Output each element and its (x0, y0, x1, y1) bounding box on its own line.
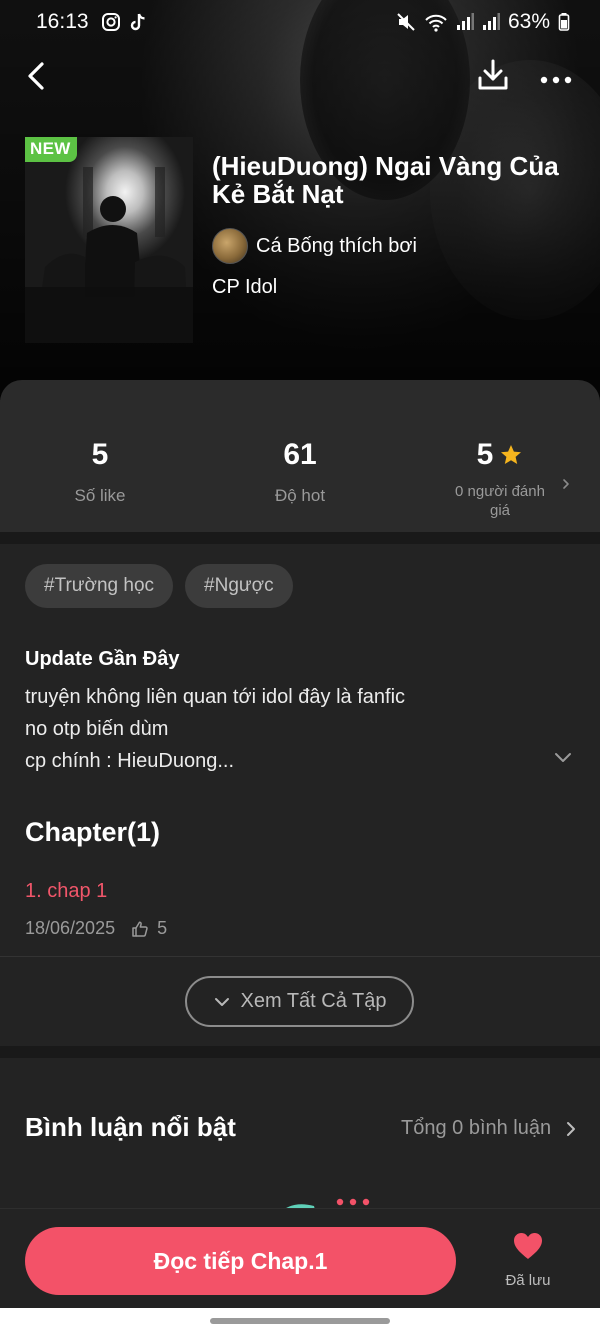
save-button[interactable]: Đã lưu (496, 1231, 560, 1289)
top-bar (0, 52, 600, 100)
novel-title: (HieuDuong) Ngai Vàng Của Kẻ Bắt Nạt (212, 151, 559, 209)
expand-description-button[interactable] (552, 746, 574, 768)
stat-hot-label: Độ hot (274, 486, 326, 505)
wifi-icon (425, 14, 447, 32)
stat-likes-value: 5 (91, 438, 109, 471)
signal-icon (456, 13, 474, 30)
instagram-icon (101, 13, 120, 31)
cover-silhouette (25, 167, 193, 343)
download-icon (478, 59, 508, 90)
author-name: Cá Bống thích bơi (256, 234, 417, 257)
home-indicator[interactable] (210, 1318, 390, 1324)
chapter-likes: 5 (131, 918, 167, 939)
cover-image: NEW (25, 137, 193, 343)
back-button[interactable] (20, 58, 56, 94)
stat-hot: 61 Độ hot (200, 438, 400, 506)
status-bar: 16:13 63% (36, 8, 570, 36)
chapter-heading: Chapter(1) (25, 817, 161, 847)
system-nav-bar (0, 1308, 600, 1333)
stat-rating[interactable]: 5 0 người đánh giá (400, 438, 600, 520)
chapter-meta: 18/06/2025 5 (25, 918, 167, 939)
tiktok-icon (130, 13, 145, 31)
bottom-action-bar: Đọc tiếp Chap.1 Đã lưu (0, 1208, 600, 1308)
chapter-date: 18/06/2025 (25, 918, 116, 938)
status-system-icons: 63% (396, 10, 570, 34)
tag-chip[interactable]: #Trường học (25, 564, 174, 608)
continue-reading-button[interactable]: Đọc tiếp Chap.1 (25, 1227, 456, 1295)
chevron-right-icon (567, 1121, 576, 1136)
stat-rating-label: 0 người đánh giá (455, 483, 545, 519)
chevron-down-icon (214, 997, 229, 1006)
stat-likes-label: Số like (74, 486, 126, 505)
more-horizontal-icon (540, 76, 572, 84)
battery-percent: 63% (507, 10, 550, 33)
save-label: Đã lưu (505, 1272, 551, 1289)
comments-total: Tổng 0 bình luận (401, 1117, 552, 1139)
tag-chip[interactable]: #Ngược (185, 564, 293, 608)
heart-icon (514, 1233, 542, 1259)
battery-icon (558, 13, 570, 31)
chevron-right-icon (563, 479, 569, 489)
thumbs-up-icon (132, 920, 148, 937)
tag-list: #Trường học #Ngược (25, 564, 293, 608)
update-line: no otp biến dùm (25, 718, 169, 740)
more-options-button[interactable] (536, 58, 576, 94)
author-link[interactable]: Cá Bống thích bơi (212, 228, 417, 264)
mute-icon (397, 13, 415, 31)
novel-category[interactable]: CP Idol (212, 276, 277, 299)
comments-title: Bình luận nổi bật (25, 1112, 236, 1142)
chapter-link[interactable]: 1. chap 1 (25, 880, 107, 903)
section-divider (0, 532, 600, 544)
download-button[interactable] (474, 56, 512, 94)
update-title: Update Gần Đây (25, 648, 180, 670)
update-line: cp chính : HieuDuong... (25, 750, 235, 772)
comments-total-link[interactable]: Tổng 0 bình luận (401, 1117, 577, 1140)
star-icon (501, 445, 522, 464)
chevron-left-icon (28, 62, 44, 90)
stat-rating-value: 5 (476, 438, 494, 471)
view-all-label: Xem Tất Cả Tập (240, 990, 387, 1012)
stats-card: 5 Số like 61 Độ hot 5 0 người đánh giá (0, 380, 600, 532)
update-body: truyện không liên quan tới idol đây là f… (25, 681, 545, 777)
stat-hot-value: 61 (283, 438, 317, 471)
new-badge: NEW (25, 137, 77, 162)
chevron-down-icon (555, 753, 571, 762)
chapter-divider (0, 956, 600, 957)
update-line: truyện không liên quan tới idol đây là f… (25, 686, 406, 708)
status-time: 16:13 (36, 10, 89, 33)
signal-icon-2 (482, 13, 500, 30)
chapter-like-count: 5 (157, 918, 168, 938)
author-avatar (212, 228, 248, 264)
section-divider (0, 1046, 600, 1058)
stat-likes: 5 Số like (0, 438, 200, 506)
status-app-icons (101, 12, 147, 32)
view-all-chapters-button[interactable]: Xem Tất Cả Tập (185, 976, 414, 1027)
stat-rating-score: 5 (477, 438, 524, 472)
